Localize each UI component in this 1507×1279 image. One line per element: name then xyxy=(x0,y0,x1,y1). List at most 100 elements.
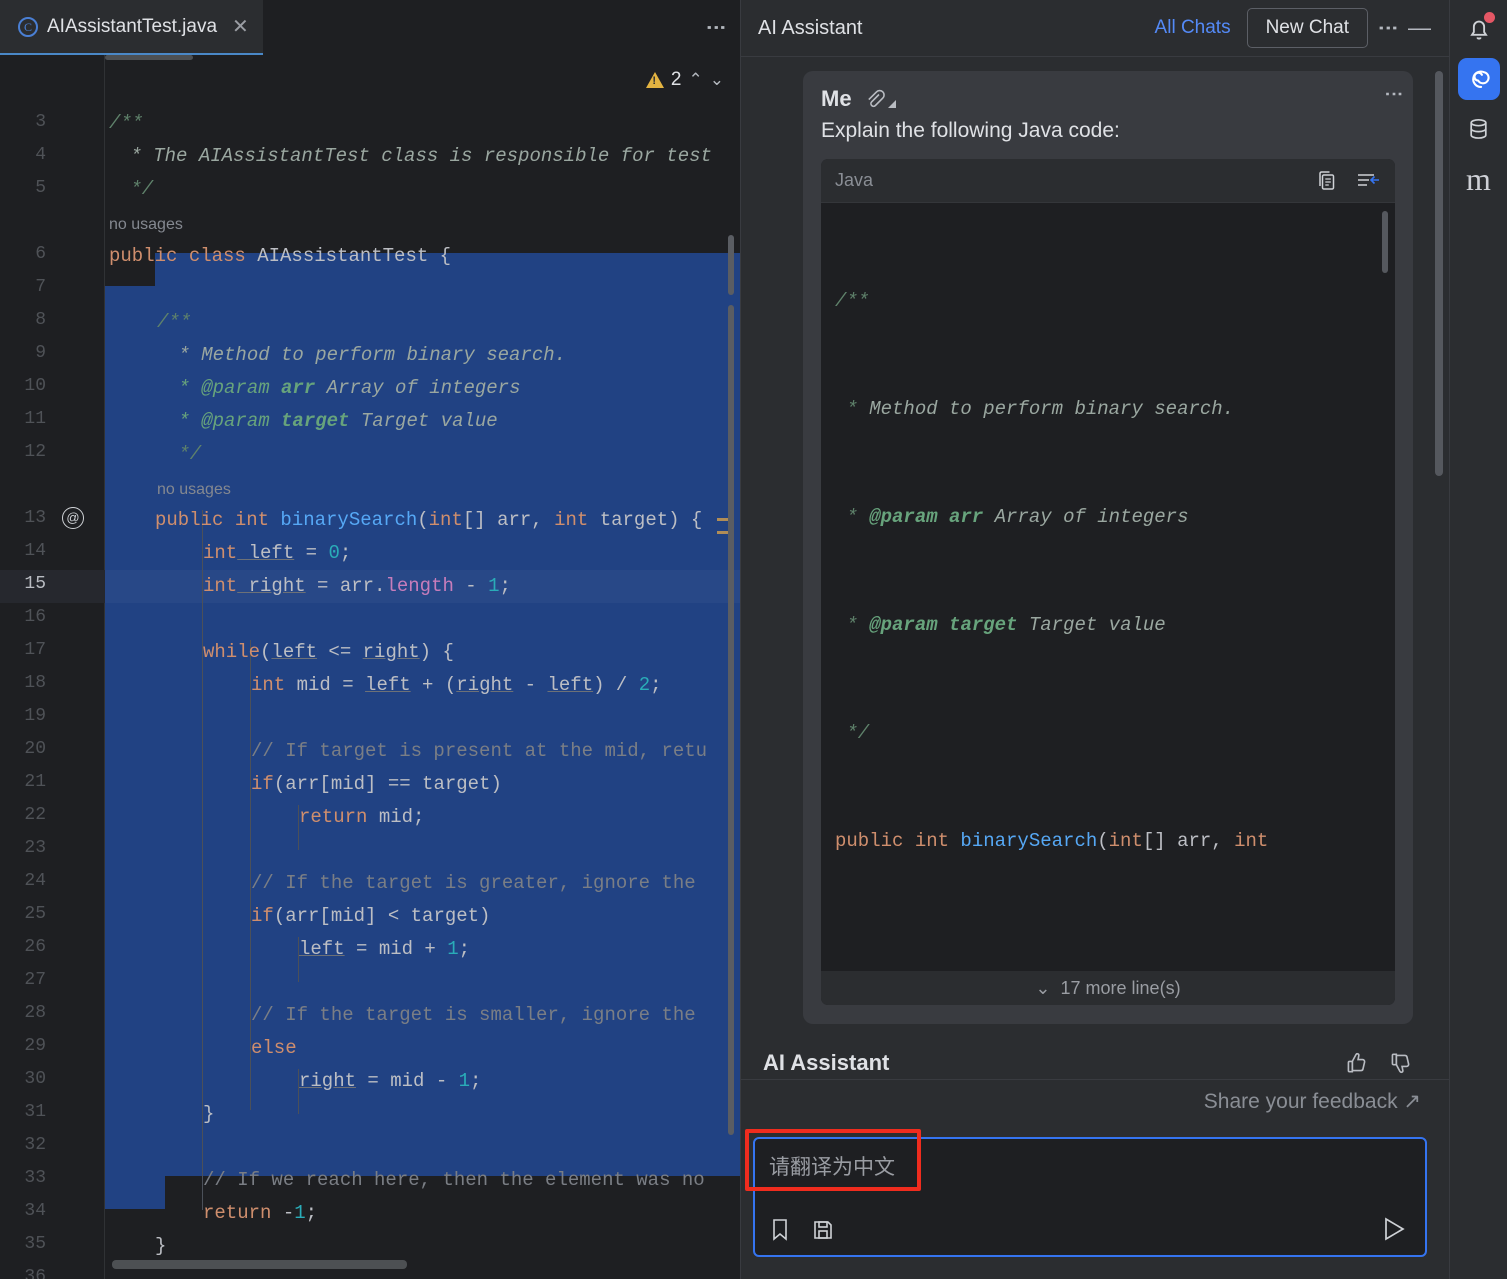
code-line-22: return mid; xyxy=(299,801,424,834)
line-number: 27 xyxy=(24,970,46,990)
method-name: binarySearch xyxy=(280,509,418,531)
code-text: mid = xyxy=(285,674,366,696)
editor-vscrollbar-thumb[interactable] xyxy=(728,305,734,1135)
editor-gutter: 3 4 5 6 7 8 9 10 11 12 13 @ 14 15 16 17 … xyxy=(0,55,105,1279)
share-feedback-link[interactable]: Share your feedback ↗ xyxy=(1204,1089,1421,1114)
ai-chat-scrollbar[interactable] xyxy=(1435,71,1443,476)
code-line-6: public class AIAssistantTest { xyxy=(109,240,451,273)
code-line-20: // If target is present at the mid, retu xyxy=(251,740,708,762)
usages-label: no usages xyxy=(109,216,183,233)
all-chats-link[interactable]: All Chats xyxy=(1155,17,1231,39)
keyword: public int xyxy=(155,509,281,531)
copy-icon[interactable] xyxy=(1315,169,1339,193)
ai-panel-title: AI Assistant xyxy=(758,16,863,39)
code-text: <= xyxy=(317,641,363,663)
notification-badge xyxy=(1483,12,1495,23)
more-options-icon[interactable]: ⋮ xyxy=(1377,18,1399,39)
javadoc-tag: * @param xyxy=(167,410,270,432)
more-options-icon[interactable]: ⋮ xyxy=(705,17,727,38)
number: 1 xyxy=(458,1070,471,1092)
variable: left xyxy=(547,674,594,696)
code-text: (arr[mid] == target) xyxy=(273,773,502,795)
variable: left xyxy=(365,674,411,696)
database-icon[interactable] xyxy=(1458,108,1500,150)
line-number: 31 xyxy=(24,1102,46,1122)
javadoc-text: Array of integers xyxy=(315,377,521,399)
line-number: 16 xyxy=(24,607,46,627)
code-text: ; xyxy=(470,1070,482,1092)
code-line-21: if(arr[mid] == target) xyxy=(251,768,502,801)
code-line-28: // If the target is smaller, ignore the xyxy=(251,1004,696,1026)
keyword: int xyxy=(203,575,238,597)
line-number: 35 xyxy=(24,1234,46,1254)
keyword: public int xyxy=(835,830,961,852)
variable: right xyxy=(237,575,306,597)
line-number: 14 xyxy=(24,541,46,561)
code-text: = mid + xyxy=(344,938,448,960)
code-text: ; xyxy=(339,542,352,564)
code-line-33: // If we reach here, then the element wa… xyxy=(203,1169,705,1191)
editor-body: 3 4 5 6 7 8 9 10 11 12 13 @ 14 15 16 17 … xyxy=(0,55,740,1279)
message-menu-icon[interactable]: ⋮ xyxy=(1384,85,1404,104)
ai-assistant-panel: AI Assistant All Chats New Chat ⋮ — Me ⋮… xyxy=(740,0,1449,1279)
warnings-indicator[interactable]: 2 ⌃ ⌄ xyxy=(645,69,724,91)
notifications-icon[interactable] xyxy=(1458,8,1500,50)
code-line-4: * The AIAssistantTest class is responsib… xyxy=(119,145,712,167)
chat-input-box[interactable]: 请翻译为中文 xyxy=(753,1137,1427,1257)
code-text: = xyxy=(294,542,329,564)
dropdown-triangle-icon[interactable] xyxy=(887,100,896,108)
chevron-up-icon[interactable]: ⌃ xyxy=(689,70,703,90)
maven-label: m xyxy=(1466,161,1491,197)
save-icon[interactable] xyxy=(811,1218,835,1242)
code-snippet-lines[interactable]: /** * Method to perform binary search. *… xyxy=(821,203,1395,971)
snippet-scrollbar[interactable] xyxy=(1382,211,1388,273)
code-line-34: return -1; xyxy=(203,1197,317,1230)
new-chat-button[interactable]: New Chat xyxy=(1246,8,1368,48)
code-text: - xyxy=(513,674,548,696)
bookmark-icon[interactable] xyxy=(769,1217,793,1243)
maven-icon[interactable]: m xyxy=(1458,158,1500,200)
javadoc-star: * xyxy=(835,506,870,528)
code-content[interactable]: /** * The AIAssistantTest class is respo… xyxy=(105,55,740,1279)
ai-assistant-icon[interactable] xyxy=(1457,58,1500,100)
number: 1 xyxy=(294,1202,306,1224)
thumbs-down-icon[interactable] xyxy=(1387,1050,1413,1076)
code-text: ( xyxy=(417,509,429,531)
code-text: ; xyxy=(499,575,511,597)
chevron-down-icon[interactable]: ⌄ xyxy=(710,70,724,90)
insert-into-editor-icon[interactable] xyxy=(1355,169,1381,193)
code-line-10: * @param arr Array of integers xyxy=(167,372,520,405)
current-line-gutter-highlight xyxy=(0,570,105,603)
user-message-text: Explain the following Java code: xyxy=(821,119,1120,142)
line-number: 3 xyxy=(35,112,46,132)
chat-input-value[interactable]: 请翻译为中文 xyxy=(769,1151,1411,1181)
code-text: [] arr, xyxy=(1142,830,1235,852)
line-number: 29 xyxy=(24,1036,46,1056)
editor-hscrollbar[interactable] xyxy=(112,1260,407,1269)
code-line-3: /** xyxy=(109,112,144,134)
editor-tab-aiassistanttest[interactable]: C AIAssistantTest.java ✕ xyxy=(0,0,263,55)
minimize-icon[interactable]: — xyxy=(1408,16,1431,39)
assistant-author: AI Assistant xyxy=(763,1050,890,1075)
ai-chat-scroll-area[interactable]: Me ⋮ Explain the following Java code: Ja… xyxy=(741,57,1449,1079)
thumbs-up-icon[interactable] xyxy=(1343,1050,1369,1076)
keyword: int xyxy=(554,509,589,531)
line-number: 5 xyxy=(35,178,46,198)
editor-vscrollbar[interactable] xyxy=(728,235,734,295)
close-icon[interactable]: ✕ xyxy=(232,17,249,37)
keyword: while xyxy=(203,641,261,663)
javadoc-text: Target value xyxy=(1017,614,1166,636)
expand-more-lines-button[interactable]: ⌄ 17 more line(s) xyxy=(821,971,1395,1005)
snippet-line-5: */ xyxy=(835,722,870,744)
line-number: 9 xyxy=(35,343,46,363)
annotation-marker-icon[interactable]: @ xyxy=(62,507,84,529)
line-number: 24 xyxy=(24,871,46,891)
editor-pane: C AIAssistantTest.java ✕ ⋮ 3 4 5 6 7 8 9… xyxy=(0,0,740,1279)
line-number-current: 15 xyxy=(24,574,46,594)
variable: left xyxy=(237,542,295,564)
paperclip-icon[interactable] xyxy=(862,87,886,111)
code-line-8: /** xyxy=(157,311,192,333)
code-text: ( xyxy=(1097,830,1109,852)
line-number: 30 xyxy=(24,1069,46,1089)
send-icon[interactable] xyxy=(1379,1215,1409,1243)
